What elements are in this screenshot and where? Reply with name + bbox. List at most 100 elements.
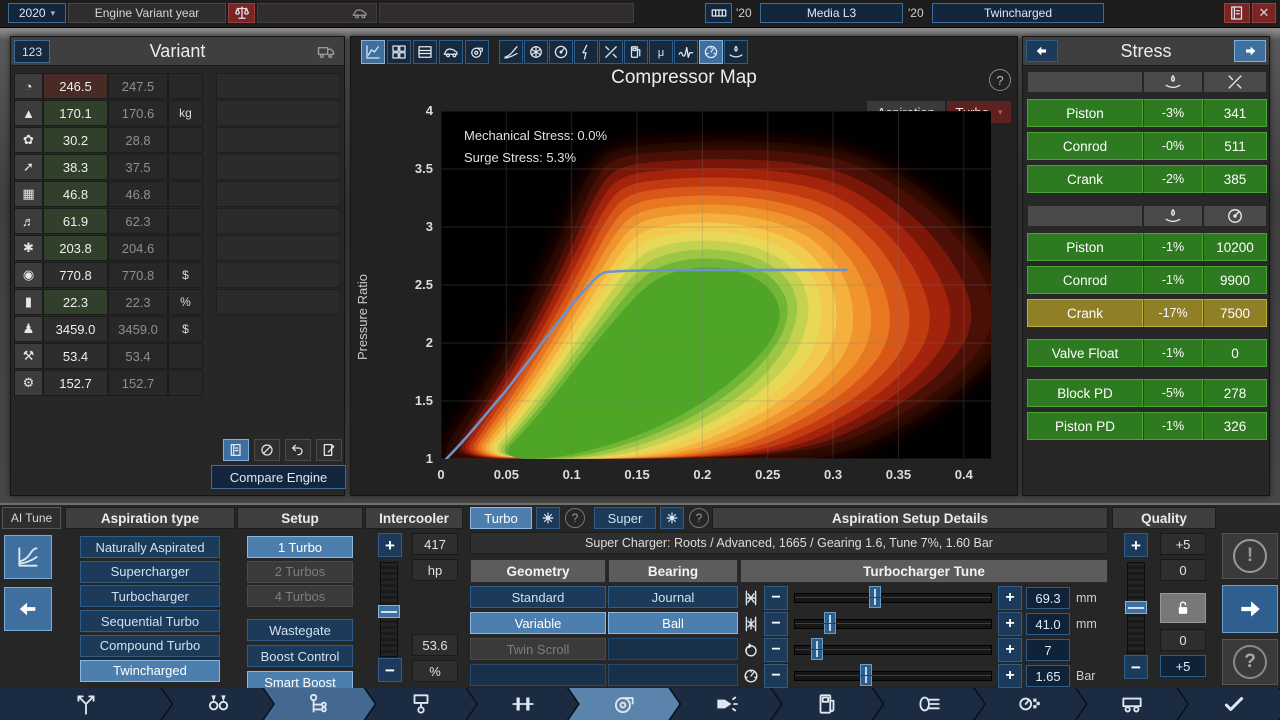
quality-decrease-button[interactable]: − [1124, 655, 1148, 679]
variant-stat-row: ♬61.962.3 [14, 208, 207, 234]
platform-button[interactable] [705, 3, 732, 23]
tune-decrease-button[interactable]: − [764, 586, 788, 610]
gauge-button[interactable] [549, 40, 573, 64]
geometry-option[interactable]: Standard [470, 586, 606, 608]
year-select[interactable]: 2020 ▾ [8, 3, 66, 23]
tune-decrease-button[interactable]: − [764, 638, 788, 662]
panel-next-button[interactable] [1234, 40, 1266, 62]
tab-super[interactable]: Super [594, 507, 656, 529]
truck-icon[interactable] [314, 41, 338, 61]
quality-slider-handle[interactable] [1125, 601, 1147, 614]
bearing-option[interactable]: Ball [608, 612, 738, 634]
fuel-button[interactable] [624, 40, 648, 64]
tune-slider[interactable] [794, 619, 992, 629]
tune-decrease-button[interactable]: − [764, 664, 788, 688]
turbo-view-button[interactable] [465, 40, 489, 64]
mu-button[interactable]: μ [649, 40, 673, 64]
tune-slider-handle[interactable] [860, 664, 872, 686]
tune-increase-button[interactable]: + [998, 586, 1022, 610]
compare-scales-button[interactable] [228, 3, 255, 23]
tab-pump[interactable] [772, 688, 883, 720]
help-button[interactable]: ? [1222, 639, 1278, 685]
warnings-button[interactable]: ! [1222, 533, 1278, 579]
variant-name-button[interactable]: Twincharged [932, 3, 1104, 23]
back-button[interactable] [4, 587, 52, 631]
airflow-button[interactable] [524, 40, 548, 64]
y-tick: 3.5 [407, 161, 433, 176]
boost-gauge-button[interactable] [699, 40, 723, 64]
super-gear-button[interactable] [660, 507, 684, 529]
super-help-icon[interactable]: ? [689, 508, 709, 528]
media-trim-button[interactable]: Media L3 [760, 3, 903, 23]
variant-id-button[interactable]: 123 [14, 40, 50, 63]
tune-slider[interactable] [794, 645, 992, 655]
intercooler-slider[interactable] [380, 562, 398, 657]
intercooler-slider-handle[interactable] [378, 605, 400, 618]
group-gap [1027, 372, 1267, 379]
tab-cams[interactable] [162, 688, 273, 720]
turbo-count-option: 2 Turbos [247, 561, 353, 583]
aspiration-type-option[interactable]: Naturally Aspirated [80, 536, 220, 558]
turbo-count-option[interactable]: 1 Turbo [247, 536, 353, 558]
tune-increase-button[interactable]: + [998, 638, 1022, 662]
aspiration-type-option[interactable]: Twincharged [80, 660, 220, 682]
panel-prev-button[interactable] [1026, 40, 1058, 62]
tune-slider[interactable] [794, 671, 992, 681]
quality-increase-button[interactable]: + [1124, 533, 1148, 557]
aspiration-type-option[interactable]: Compound Turbo [80, 635, 220, 657]
knock-button[interactable] [674, 40, 698, 64]
tune-slider[interactable] [794, 593, 992, 603]
summary-list-button[interactable] [1224, 3, 1250, 23]
next-step-button[interactable] [1222, 585, 1278, 633]
journal-button[interactable] [223, 439, 249, 461]
tab-turbo[interactable] [569, 688, 680, 720]
compare-engine-button[interactable]: Compare Engine [211, 465, 346, 489]
cancel-button[interactable] [254, 439, 280, 461]
tune-increase-button[interactable]: + [998, 664, 1022, 688]
bearing-option[interactable]: Journal [608, 586, 738, 608]
ai-tune-graph-button[interactable] [4, 535, 52, 579]
aspiration-type-option[interactable]: Sequential Turbo [80, 610, 220, 632]
tools-button[interactable] [599, 40, 623, 64]
undo-button[interactable] [285, 439, 311, 461]
close-button[interactable]: ✕ [1252, 3, 1276, 23]
mechanical-stress-note: Mechanical Stress: 0.0% [464, 125, 607, 147]
boost-option[interactable]: Wastegate [247, 619, 353, 641]
intercooler-increase-button[interactable]: + [378, 533, 402, 557]
tab-test[interactable] [975, 688, 1086, 720]
car-view-button[interactable] [439, 40, 463, 64]
tune-slider-handle[interactable] [869, 586, 881, 608]
list-icon [1228, 4, 1246, 22]
tab-check[interactable] [1178, 688, 1280, 720]
tab-camtree[interactable] [264, 688, 375, 720]
help-icon[interactable]: ? [989, 69, 1011, 91]
quality-lock-button[interactable] [1160, 593, 1206, 623]
tune-slider-handle[interactable] [824, 612, 836, 634]
boost-option[interactable]: Boost Control [247, 645, 353, 667]
economy-button[interactable] [724, 40, 748, 64]
edit-doc-button[interactable] [316, 439, 342, 461]
intercooler-decrease-button[interactable]: − [378, 658, 402, 682]
aspiration-type-option[interactable]: Supercharger [80, 561, 220, 583]
tab-exhaust[interactable] [874, 688, 985, 720]
curves-button[interactable] [499, 40, 523, 64]
quality-min-button[interactable]: +5 [1160, 655, 1206, 677]
tune-decrease-button[interactable]: − [764, 612, 788, 636]
tab-piston[interactable] [366, 688, 477, 720]
spark-button[interactable] [574, 40, 598, 64]
tab-crank[interactable] [467, 688, 578, 720]
tune-increase-button[interactable]: + [998, 612, 1022, 636]
turbo-gear-button[interactable] [536, 507, 560, 529]
geometry-option[interactable]: Variable [470, 612, 606, 634]
quality-slider[interactable] [1127, 562, 1145, 654]
tab-dyno[interactable] [1077, 688, 1188, 720]
turbo-help-icon[interactable]: ? [565, 508, 585, 528]
aspiration-type-option[interactable]: Turbocharger [80, 585, 220, 607]
line-chart-button[interactable] [361, 40, 385, 64]
quad-view-button[interactable] [387, 40, 411, 64]
tune-slider-handle[interactable] [811, 638, 823, 660]
tab-turbo[interactable]: Turbo [470, 507, 532, 529]
table-view-button[interactable] [413, 40, 437, 64]
tab-branch[interactable] [0, 688, 171, 720]
tab-spray[interactable] [670, 688, 781, 720]
